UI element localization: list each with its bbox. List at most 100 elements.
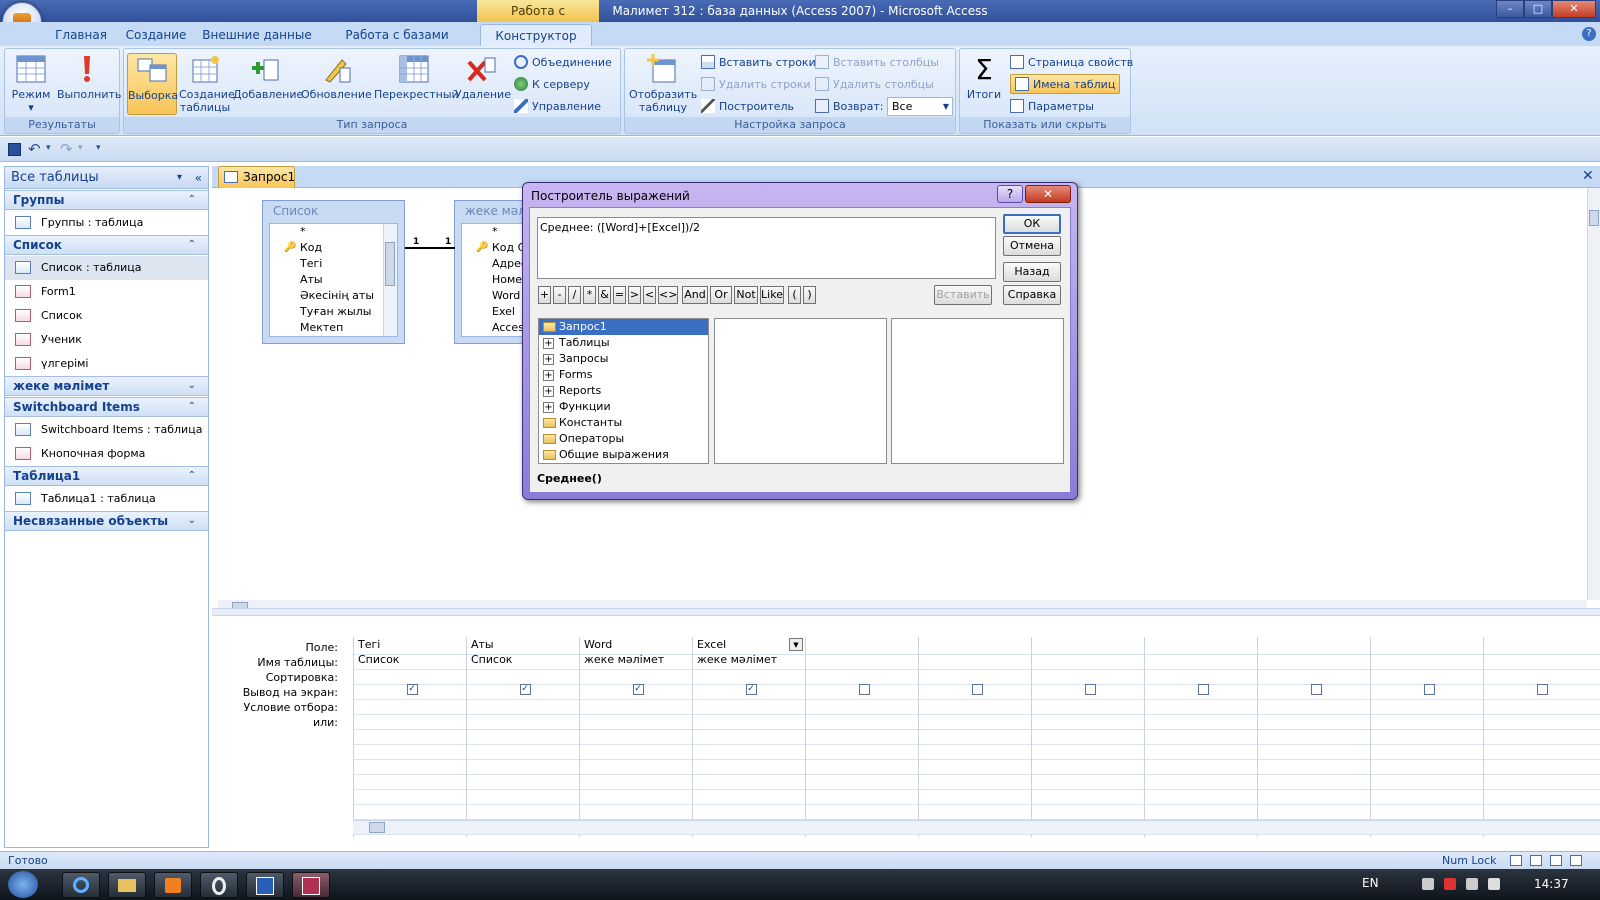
operator-button[interactable]: > <box>628 286 641 304</box>
table-field[interactable]: Туған жылы <box>270 304 397 320</box>
table-field[interactable]: Номе <box>462 272 526 288</box>
run-button[interactable]: Выполнить <box>57 53 121 115</box>
redo-dropdown-icon[interactable]: ▾ <box>78 143 83 153</box>
customize-qat-icon[interactable]: ▾ <box>96 143 101 153</box>
operator-button[interactable]: Or <box>710 286 732 304</box>
nav-item[interactable]: Список <box>5 304 208 328</box>
redo-icon[interactable]: ↷ <box>60 140 73 158</box>
or-cell[interactable] <box>354 712 466 727</box>
operator-button[interactable]: < <box>643 286 656 304</box>
mode-button[interactable]: Режим ▾ <box>9 53 53 115</box>
maximize-button[interactable]: □ <box>1524 0 1552 18</box>
table-cell[interactable] <box>1258 652 1370 667</box>
pivot-chart-view-icon[interactable] <box>1550 855 1562 866</box>
paste-button[interactable]: Вставить <box>934 285 992 305</box>
table-field[interactable]: Мектеп <box>270 320 397 336</box>
nav-item[interactable]: Группы : таблица <box>5 211 208 235</box>
return-select[interactable]: Все ▼ <box>887 97 953 116</box>
tree-item[interactable]: Константы <box>539 415 708 431</box>
chevron-down-icon[interactable]: ▾ <box>177 167 182 189</box>
close-document-icon[interactable]: ✕ <box>1582 168 1594 184</box>
or-cell[interactable] <box>580 712 692 727</box>
operator-button[interactable]: Like <box>760 286 784 304</box>
grid-column[interactable] <box>805 637 918 837</box>
or-cell[interactable] <box>919 712 1031 727</box>
pass-through-button[interactable]: К серверу <box>514 75 590 95</box>
or-cell[interactable] <box>806 712 918 727</box>
show-checkbox[interactable] <box>1084 684 1096 695</box>
parameters-button[interactable]: Параметры <box>1010 97 1094 117</box>
operator-button[interactable]: + <box>538 286 551 304</box>
sort-cell[interactable] <box>1145 667 1257 682</box>
nav-group-header[interactable]: Список ⌃ <box>5 235 208 255</box>
design-vertical-scrollbar[interactable] <box>1587 188 1600 600</box>
table-cell[interactable] <box>1371 652 1483 667</box>
group-toggle-icon[interactable]: ⌄ <box>188 377 196 395</box>
table-cell[interactable] <box>806 652 918 667</box>
tree-item[interactable]: + Forms <box>539 367 708 383</box>
builder-button[interactable]: Построитель <box>701 97 794 117</box>
sort-cell[interactable] <box>580 667 692 682</box>
show-checkbox[interactable]: ✓ <box>632 684 644 695</box>
criteria-cell[interactable] <box>354 697 466 712</box>
delete-button[interactable]: Удаление <box>455 53 511 115</box>
or-cell[interactable] <box>1484 712 1596 727</box>
criteria-cell[interactable] <box>580 697 692 712</box>
chevron-down-icon[interactable]: ▼ <box>789 638 803 651</box>
datasheet-view-icon[interactable] <box>1510 855 1522 866</box>
field-cell[interactable] <box>1145 637 1257 652</box>
operator-button[interactable]: ) <box>803 286 816 304</box>
table-field[interactable]: 🔑 Код <box>270 240 397 256</box>
expand-plus-icon[interactable]: + <box>543 386 554 397</box>
sort-cell[interactable] <box>919 667 1031 682</box>
field-cell[interactable] <box>919 637 1031 652</box>
help-icon[interactable]: ? <box>1582 27 1596 41</box>
operator-button[interactable]: & <box>598 286 611 304</box>
criteria-cell[interactable] <box>1145 697 1257 712</box>
start-button[interactable] <box>8 871 38 898</box>
tray-network-icon[interactable] <box>1422 878 1434 890</box>
operator-button[interactable]: ( <box>788 286 801 304</box>
or-cell[interactable] <box>693 712 805 727</box>
criteria-cell[interactable] <box>1371 697 1483 712</box>
nav-item[interactable]: Таблица1 : таблица <box>5 487 208 511</box>
show-checkbox[interactable]: ✓ <box>745 684 757 695</box>
table-field[interactable]: * <box>462 224 526 240</box>
insert-rows-button[interactable]: Вставить строки <box>701 53 816 73</box>
sort-cell[interactable] <box>693 667 805 682</box>
grid-column[interactable]: Аты Список ✓ <box>466 637 579 837</box>
field-cell[interactable]: Аты <box>467 637 579 652</box>
operator-button[interactable]: And <box>682 286 708 304</box>
operator-button[interactable]: * <box>583 286 596 304</box>
sort-cell[interactable] <box>467 667 579 682</box>
criteria-cell[interactable] <box>1032 697 1144 712</box>
append-button[interactable]: Добавление <box>233 53 303 115</box>
table-field[interactable]: Аты <box>270 272 397 288</box>
expand-plus-icon[interactable]: + <box>543 402 554 413</box>
close-button[interactable]: ✕ <box>1552 0 1596 18</box>
table-field[interactable]: Тегі <box>270 256 397 272</box>
show-checkbox[interactable] <box>858 684 870 695</box>
show-table-button[interactable]: Отобразить таблицу <box>629 53 697 115</box>
nav-group-header[interactable]: Несвязанные объекты ⌄ <box>5 511 208 531</box>
table-field[interactable]: 🔑 Код С <box>462 240 526 256</box>
table-cell[interactable] <box>1032 652 1144 667</box>
nav-item[interactable]: Список : таблица <box>5 256 208 280</box>
tree-item[interactable]: + Функции <box>539 399 708 415</box>
update-button[interactable]: Обновление <box>301 53 372 115</box>
back-button[interactable]: Назад <box>1003 262 1061 282</box>
sort-cell[interactable] <box>806 667 918 682</box>
select-query-button[interactable]: Выборка <box>127 53 178 115</box>
table-field[interactable]: Acces <box>462 320 526 336</box>
nav-group-header[interactable]: жеке мәлімет ⌄ <box>5 376 208 396</box>
show-checkbox[interactable]: ✓ <box>519 684 531 695</box>
grid-column[interactable] <box>1257 637 1370 837</box>
show-checkbox[interactable] <box>971 684 983 695</box>
crosstab-button[interactable]: Перекрестный <box>374 53 459 115</box>
grid-column[interactable]: Word жеке мәлімет ✓ <box>579 637 692 837</box>
field-cell[interactable] <box>1032 637 1144 652</box>
opera-taskbar-icon[interactable] <box>200 872 238 898</box>
word-taskbar-icon[interactable] <box>246 872 284 898</box>
nav-group-header[interactable]: Таблица1 ⌃ <box>5 466 208 486</box>
undo-icon[interactable]: ↶ <box>28 140 41 158</box>
